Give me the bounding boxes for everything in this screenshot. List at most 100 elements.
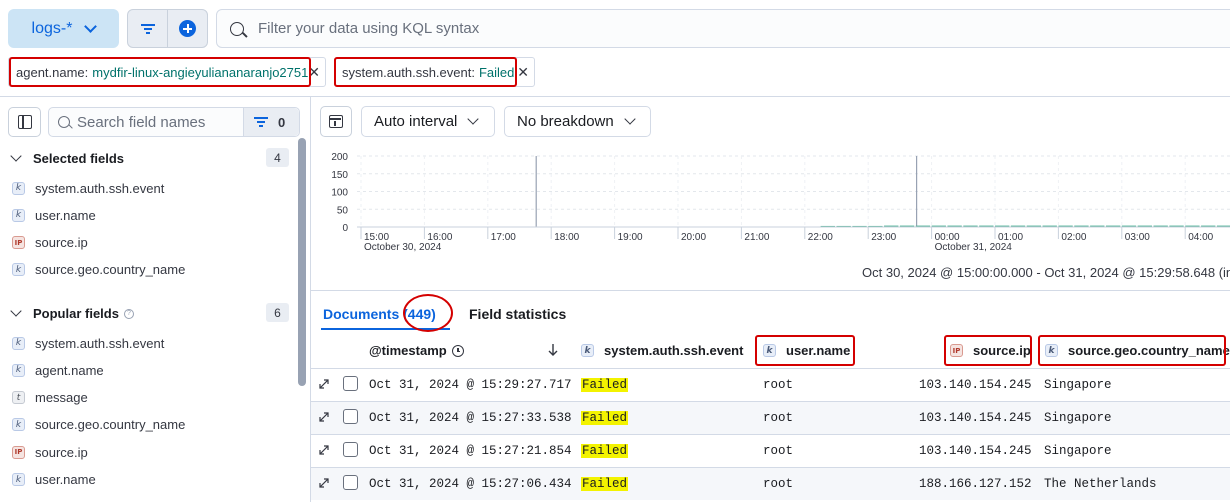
filter-field: system.auth.ssh.event: xyxy=(342,64,475,80)
popular-field-item[interactable]: IP source.ip xyxy=(12,442,88,462)
selected-field-item[interactable]: k source.geo.country_name xyxy=(12,260,185,280)
tab-label: Documents xyxy=(323,306,400,322)
country-cell: The Netherlands xyxy=(1044,477,1157,491)
row-checkbox[interactable] xyxy=(343,376,358,391)
field-search-input[interactable] xyxy=(77,113,237,131)
kql-search-bar[interactable]: Filter your data using KQL syntax xyxy=(216,9,1230,48)
search-icon xyxy=(230,21,244,36)
ssh-event-cell: Failed xyxy=(581,444,629,458)
chevron-down-icon xyxy=(624,113,636,125)
keyword-type-icon: k xyxy=(763,344,776,357)
close-icon[interactable]: ✕ xyxy=(517,64,529,81)
row-checkbox[interactable] xyxy=(343,475,358,490)
filter-icon[interactable] xyxy=(141,23,155,35)
y-tick-label: 50 xyxy=(337,205,349,216)
column-title: source.geo.country_name xyxy=(1068,343,1230,358)
country-cell: Singapore xyxy=(1044,378,1112,392)
popular-fields-header[interactable]: Popular fields ? xyxy=(10,305,134,321)
column-header-timestamp[interactable]: @timestamp xyxy=(369,343,464,358)
timestamp-cell: Oct 31, 2024 @ 15:27:06.434 xyxy=(369,477,572,491)
row-checkbox[interactable] xyxy=(343,409,358,424)
column-title: user.name xyxy=(786,343,851,358)
field-name: user.name xyxy=(35,207,96,223)
x-tick-label: 18:00 xyxy=(554,232,579,243)
timestamp-cell: Oct 31, 2024 @ 15:29:27.717 xyxy=(369,378,572,392)
chevron-down-icon xyxy=(467,113,480,125)
column-header-source-ip[interactable]: IP source.ip xyxy=(950,343,1031,358)
section-title: Selected fields xyxy=(33,151,125,166)
popular-field-item[interactable]: t message xyxy=(12,388,88,408)
time-range-label: Oct 30, 2024 @ 15:00:00.000 - Oct 31, 20… xyxy=(862,265,1230,280)
filter-pill-ssh-event[interactable]: system.auth.ssh.event: Failed ✕ xyxy=(334,57,535,87)
expand-row-icon[interactable] xyxy=(318,411,330,423)
filter-pill-agent-name[interactable]: agent.name: mydfir-linux-angieyuliananar… xyxy=(8,57,326,87)
selected-field-item[interactable]: k system.auth.ssh.event xyxy=(12,178,164,198)
keyword-type-icon: k xyxy=(12,363,25,377)
interval-label: Auto interval xyxy=(374,113,458,130)
ssh-event-cell: Failed xyxy=(581,411,629,425)
selected-fields-header[interactable]: Selected fields xyxy=(10,150,125,166)
column-title: @timestamp xyxy=(369,343,447,358)
row-checkbox[interactable] xyxy=(343,442,358,457)
table-row[interactable]: Oct 31, 2024 @ 15:27:21.854 Failed root 103… xyxy=(311,434,1230,467)
collapse-sidebar-button[interactable] xyxy=(8,107,41,137)
popular-field-item[interactable]: k user.name xyxy=(12,470,96,490)
column-header-user-name[interactable]: k user.name xyxy=(763,343,850,358)
filter-count: 0 xyxy=(278,114,286,130)
x-tick-label: 02:00 xyxy=(1061,232,1086,243)
x-tick-label: 21:00 xyxy=(744,232,769,243)
column-header-country[interactable]: k source.geo.country_name xyxy=(1045,343,1230,358)
sidebar-scrollbar[interactable] xyxy=(298,138,306,386)
text-type-icon: t xyxy=(12,391,25,405)
field-filter-button[interactable]: 0 xyxy=(243,108,299,136)
expand-row-icon[interactable] xyxy=(318,477,330,489)
table-row[interactable]: Oct 31, 2024 @ 15:27:33.538 Failed root 103… xyxy=(311,401,1230,434)
field-search[interactable]: 0 xyxy=(48,107,300,137)
ssh-event-cell: Failed xyxy=(581,477,629,491)
source-ip-cell: 103.140.154.245 xyxy=(919,378,1032,392)
close-icon[interactable]: ✕ xyxy=(308,64,320,81)
sort-descending-icon[interactable] xyxy=(546,343,560,357)
expand-row-icon[interactable] xyxy=(318,378,330,390)
table-row[interactable]: Oct 31, 2024 @ 15:27:06.434 Failed root 188… xyxy=(311,467,1230,500)
x-tick-label: 17:00 xyxy=(491,232,516,243)
histogram-svg[interactable]: 20015010050015:00 16:00 17:00 18:00 19:00 20:… xyxy=(318,150,1230,260)
field-name: source.geo.country_name xyxy=(35,262,186,278)
timestamp-cell: Oct 31, 2024 @ 15:27:33.538 xyxy=(369,411,572,425)
tab-field-statistics[interactable]: Field statistics xyxy=(469,306,566,322)
selected-field-item[interactable]: k user.name xyxy=(12,205,96,225)
panel-icon xyxy=(329,115,343,128)
field-name: system.auth.ssh.event xyxy=(35,180,165,196)
histogram-chart[interactable]: 200 150 100 50 0 15:00 16:00 17:00 18:00 19:00 20:… xyxy=(318,150,1230,260)
divider xyxy=(0,96,1230,97)
interval-selector[interactable]: Auto interval xyxy=(361,106,495,137)
column-header-ssh-event[interactable]: k system.auth.ssh.event xyxy=(581,343,743,358)
chevron-down-icon xyxy=(84,19,98,33)
y-tick-label: 200 xyxy=(331,152,348,163)
breakdown-selector[interactable]: No breakdown xyxy=(504,106,651,137)
y-tick-label: 0 xyxy=(342,223,348,234)
histogram-toggle-button[interactable] xyxy=(320,106,352,137)
popular-field-item[interactable]: k source.geo.country_name xyxy=(12,415,185,435)
user-name-cell: root xyxy=(763,477,794,491)
source-ip-cell: 188.166.127.152 xyxy=(919,477,1032,491)
expand-row-icon[interactable] xyxy=(318,444,330,456)
selected-fields-count: 4 xyxy=(266,148,289,167)
data-view-picker[interactable]: logs-* xyxy=(8,9,119,48)
selected-field-item[interactable]: IP source.ip xyxy=(12,233,88,253)
keyword-type-icon: k xyxy=(12,263,25,277)
x-date-label: October 31, 2024 xyxy=(935,242,1013,253)
x-tick-label: 04:00 xyxy=(1188,232,1213,243)
field-name: source.ip xyxy=(35,444,88,460)
x-tick-label: 23:00 xyxy=(871,232,896,243)
table-row[interactable]: Oct 31, 2024 @ 15:29:27.717 Failed root 103… xyxy=(311,368,1230,401)
ip-type-icon: IP xyxy=(950,344,963,357)
popular-field-item[interactable]: k agent.name xyxy=(12,360,104,380)
add-filter-icon[interactable] xyxy=(179,20,196,37)
country-cell: Singapore xyxy=(1044,444,1112,458)
popular-field-item[interactable]: k system.auth.ssh.event xyxy=(12,333,164,353)
filter-icon xyxy=(254,116,268,128)
kql-input-placeholder[interactable]: Filter your data using KQL syntax xyxy=(258,20,479,37)
help-icon[interactable]: ? xyxy=(123,308,134,319)
filter-value: mydfir-linux-angieyuliananaranjo2751 xyxy=(92,64,309,80)
